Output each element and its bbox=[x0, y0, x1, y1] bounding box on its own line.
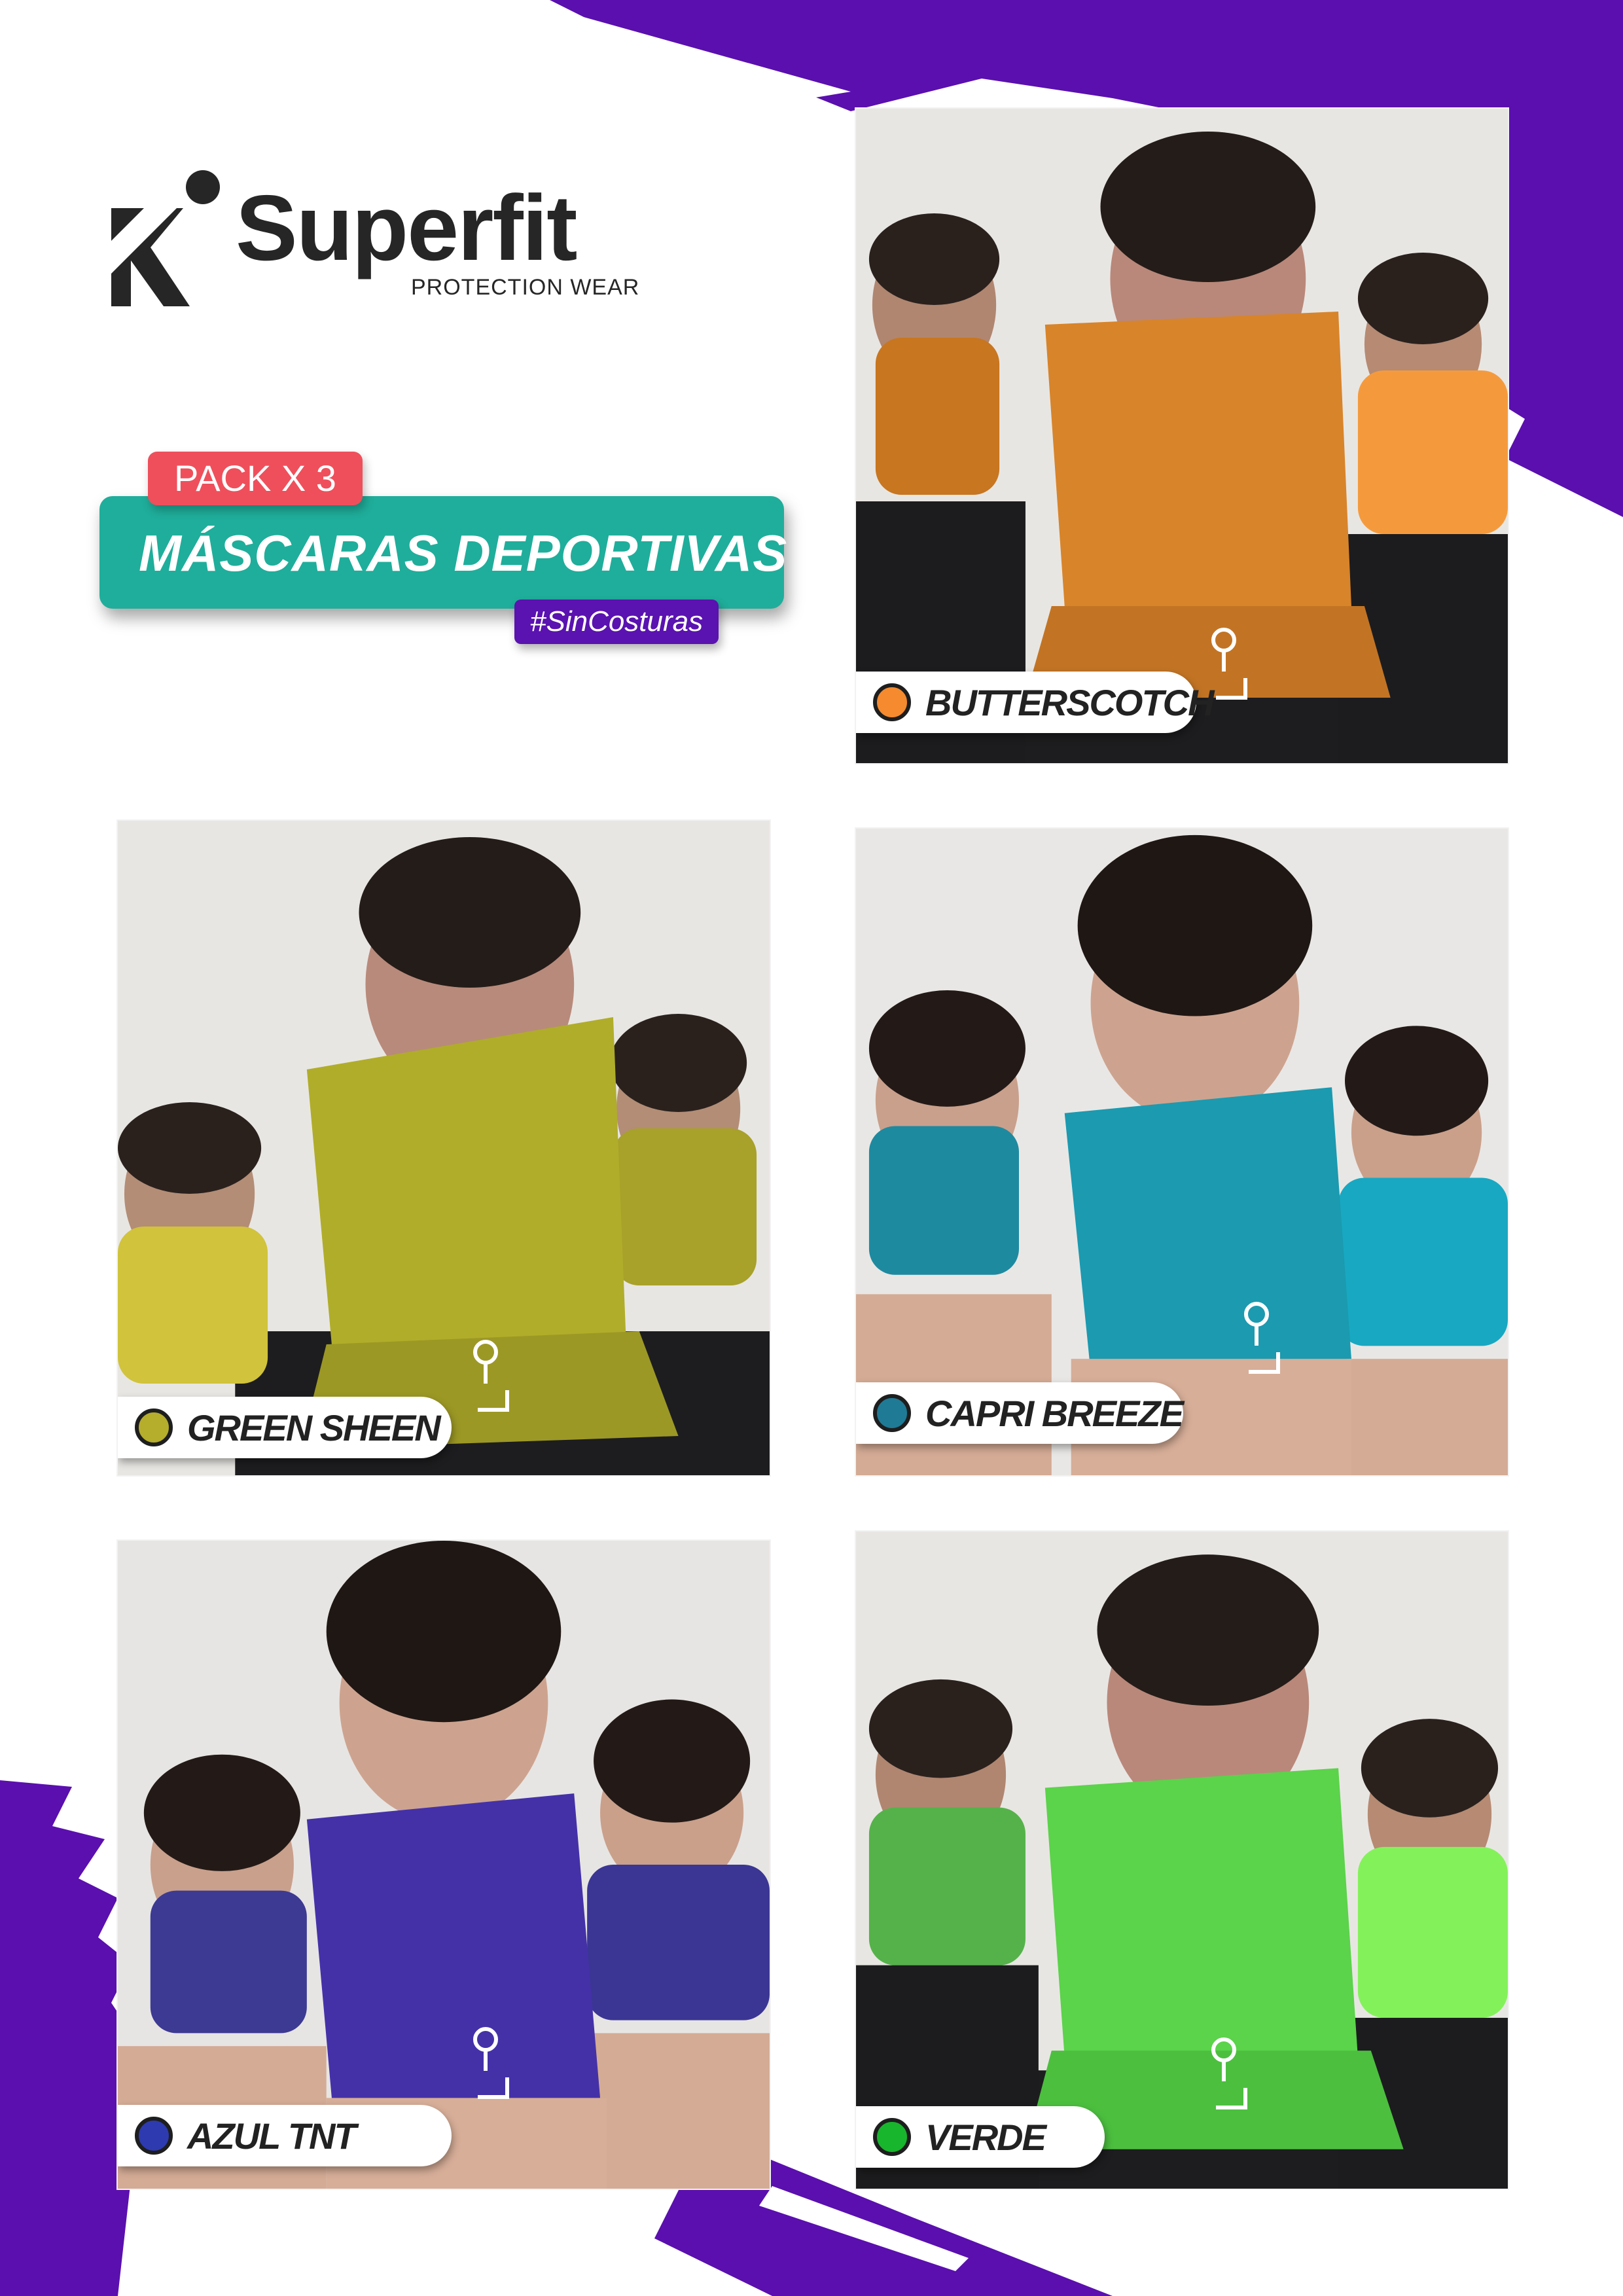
product-card-verde: VERDE bbox=[855, 1530, 1509, 2190]
location-pin-icon bbox=[473, 2027, 509, 2099]
product-label-verde: VERDE bbox=[856, 2106, 1105, 2168]
location-pin-icon bbox=[1211, 2037, 1247, 2109]
page-title: MÁSCARAS DEPORTIVAS bbox=[139, 524, 788, 582]
brand-name: Superfit bbox=[236, 176, 577, 280]
product-label-azul-tnt: AZUL TNT bbox=[118, 2105, 452, 2166]
title-banner: MÁSCARAS DEPORTIVAS bbox=[99, 496, 788, 609]
product-name: BUTTERSCOTCH bbox=[925, 681, 1215, 723]
product-name: CAPRI BREEZE bbox=[925, 1392, 1184, 1434]
product-name: AZUL TNT bbox=[187, 2115, 357, 2157]
color-swatch bbox=[873, 683, 911, 721]
product-photo bbox=[856, 109, 1508, 763]
color-swatch bbox=[135, 1408, 173, 1446]
location-pin-icon bbox=[1244, 1302, 1280, 1374]
product-name: GREEN SHEEN bbox=[187, 1407, 441, 1448]
hashtag-badge: #SinCosturas bbox=[514, 600, 719, 644]
product-label-capri-breeze: CAPRI BREEZE bbox=[856, 1382, 1184, 1444]
product-photo bbox=[856, 829, 1508, 1475]
product-photo bbox=[856, 1532, 1508, 2189]
product-card-butterscotch: BUTTERSCOTCH bbox=[855, 107, 1509, 764]
product-card-azul-tnt: AZUL TNT bbox=[116, 1539, 771, 2190]
product-label-butterscotch: BUTTERSCOTCH bbox=[856, 672, 1215, 733]
product-name: VERDE bbox=[925, 2116, 1046, 2158]
superfit-logo: Superfit PROTECTION WEAR bbox=[105, 162, 654, 306]
product-photo bbox=[118, 821, 770, 1475]
color-swatch bbox=[873, 2118, 911, 2156]
product-photo bbox=[118, 1541, 770, 2189]
product-card-capri-breeze: CAPRI BREEZE bbox=[855, 827, 1509, 1477]
runner-logo-icon bbox=[111, 170, 220, 306]
color-swatch bbox=[135, 2117, 173, 2155]
pack-badge: PACK X 3 bbox=[148, 452, 363, 505]
product-card-green-sheen: GREEN SHEEN bbox=[116, 819, 771, 1477]
location-pin-icon bbox=[1211, 628, 1247, 700]
product-label-green-sheen: GREEN SHEEN bbox=[118, 1397, 452, 1458]
color-swatch bbox=[873, 1394, 911, 1432]
location-pin-icon bbox=[473, 1340, 509, 1412]
brand-tagline: PROTECTION WEAR bbox=[411, 275, 640, 300]
